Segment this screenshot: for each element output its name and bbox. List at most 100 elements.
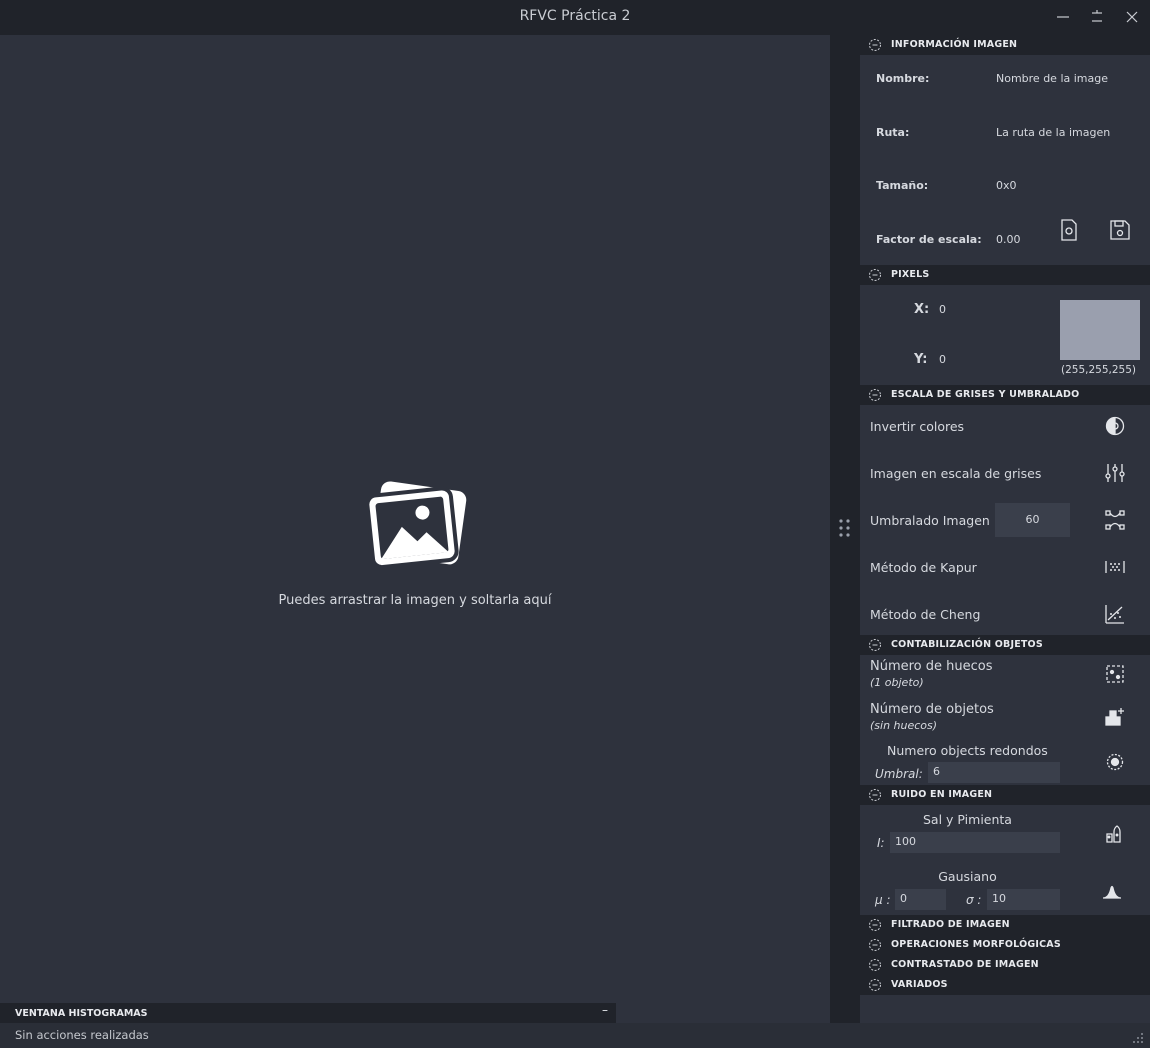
sliders-icon bbox=[1105, 464, 1125, 482]
reload-file-button[interactable] bbox=[1060, 219, 1078, 245]
puzzle-icon bbox=[1106, 665, 1124, 683]
y-label: Y: bbox=[914, 352, 928, 367]
scale-label: Factor de escala: bbox=[876, 233, 982, 246]
drag-handle-icon bbox=[839, 519, 850, 537]
section-counting-header[interactable]: CONTABILIZACIÓN OBJETOS bbox=[860, 635, 1150, 655]
threshold-button[interactable] bbox=[1105, 510, 1125, 534]
umbral-label: Umbral: bbox=[875, 767, 923, 781]
section-title: VARIADOS bbox=[891, 979, 948, 990]
collapse-icon bbox=[869, 269, 881, 281]
size-label: Tamaño: bbox=[876, 179, 929, 192]
invert-colors-button[interactable] bbox=[1105, 416, 1125, 440]
salt-pepper-input[interactable]: 100 bbox=[890, 832, 1060, 853]
section-pixels-header[interactable]: PIXELS bbox=[860, 265, 1150, 285]
maximize-button[interactable] bbox=[1085, 6, 1109, 28]
holes-sub: (1 objeto) bbox=[870, 676, 924, 689]
threshold-label: Umbralado Imagen bbox=[870, 513, 990, 528]
color-swatch bbox=[1060, 300, 1140, 360]
mu-label: μ : bbox=[875, 893, 891, 907]
section-morph-header[interactable]: OPERACIONES MORFOLÓGICAS bbox=[860, 935, 1150, 955]
section-noise-header[interactable]: RUIDO EN IMAGEN bbox=[860, 785, 1150, 805]
file-reload-icon bbox=[1061, 219, 1077, 241]
grayscale-label: Imagen en escala de grises bbox=[870, 466, 1042, 481]
save-icon bbox=[1110, 220, 1130, 240]
resize-grip-icon[interactable] bbox=[1132, 1032, 1144, 1044]
section-filter-header[interactable]: FILTRADO DE IMAGEN bbox=[860, 915, 1150, 935]
collapse-icon bbox=[869, 389, 881, 401]
sigma-label: σ : bbox=[966, 893, 982, 907]
section-title: OPERACIONES MORFOLÓGICAS bbox=[891, 939, 1061, 950]
expand-icon bbox=[869, 919, 881, 931]
grayscale-button[interactable] bbox=[1105, 463, 1125, 487]
drop-hint: Puedes arrastrar la imagen y soltarla aq… bbox=[278, 593, 552, 608]
salt-pepper-label: Sal y Pimienta bbox=[923, 812, 1012, 827]
bell-curve-icon bbox=[1102, 885, 1122, 899]
status-text: Sin acciones realizadas bbox=[15, 1028, 149, 1042]
section-title: CONTRASTADO DE IMAGEN bbox=[891, 959, 1039, 970]
scatter-chart-icon bbox=[1105, 605, 1124, 624]
rgb-value: (255,255,255) bbox=[1061, 364, 1136, 376]
threshold-input[interactable]: 60 bbox=[995, 503, 1070, 537]
salt-shaker-icon bbox=[1106, 825, 1121, 843]
collapse-icon bbox=[869, 39, 881, 51]
count-holes-button[interactable] bbox=[1105, 664, 1125, 688]
expand-icon bbox=[869, 939, 881, 951]
i-label: I: bbox=[877, 836, 885, 850]
x-value: 0 bbox=[939, 303, 946, 316]
histogram-title: VENTANA HISTOGRAMAS bbox=[15, 1008, 148, 1019]
section-title: PIXELS bbox=[891, 269, 930, 280]
salt-pepper-button[interactable] bbox=[1103, 822, 1123, 848]
noise-body: Sal y Pimienta I: 100 Gausiano μ : 0 σ :… bbox=[860, 805, 1150, 915]
expand-icon bbox=[869, 979, 881, 991]
tools-panel: INFORMACIÓN IMAGEN Nombre: Nombre de la … bbox=[860, 35, 1150, 1023]
histogram-minimize-button[interactable]: – bbox=[602, 1003, 608, 1017]
name-label: Nombre: bbox=[876, 72, 930, 85]
image-drop-area[interactable]: Puedes arrastrar la imagen y soltarla aq… bbox=[0, 35, 830, 1003]
counting-body: Número de huecos (1 objeto) Número de ob… bbox=[860, 655, 1150, 785]
dots-grid-icon bbox=[1105, 561, 1125, 573]
gauss-button[interactable] bbox=[1102, 884, 1122, 904]
round-threshold-input[interactable]: 6 bbox=[928, 762, 1060, 783]
info-body: Nombre: Nombre de la image Ruta: La ruta… bbox=[860, 55, 1150, 265]
mu-input[interactable]: 0 bbox=[895, 889, 946, 910]
panel-splitter[interactable] bbox=[830, 35, 860, 1023]
collapse-icon bbox=[869, 639, 881, 651]
invert-label: Invertir colores bbox=[870, 419, 965, 434]
round-objects-label: Numero objects redondos bbox=[887, 743, 1048, 758]
save-button[interactable] bbox=[1110, 219, 1130, 245]
x-label: X: bbox=[914, 302, 930, 317]
invert-icon bbox=[1105, 416, 1125, 436]
cheng-label: Método de Cheng bbox=[870, 607, 981, 622]
histogram-dock[interactable]: VENTANA HISTOGRAMAS – bbox=[0, 1003, 616, 1023]
section-title: RUIDO EN IMAGEN bbox=[891, 789, 993, 800]
images-icon bbox=[365, 481, 467, 570]
cheng-button[interactable] bbox=[1105, 604, 1125, 628]
scale-value: 0.00 bbox=[996, 233, 1021, 246]
section-info-header[interactable]: INFORMACIÓN IMAGEN bbox=[860, 35, 1150, 55]
status-bar: Sin acciones realizadas bbox=[0, 1023, 1150, 1048]
count-objects-button[interactable] bbox=[1105, 707, 1125, 731]
section-title: CONTABILIZACIÓN OBJETOS bbox=[891, 639, 1043, 650]
section-grayscale-header[interactable]: ESCALA DE GRISES Y UMBRALADO bbox=[860, 385, 1150, 405]
kapur-button[interactable] bbox=[1105, 558, 1125, 580]
minimize-icon bbox=[1057, 16, 1069, 18]
window-title: RFVC Práctica 2 bbox=[519, 8, 631, 24]
section-contrast-header[interactable]: CONTRASTADO DE IMAGEN bbox=[860, 955, 1150, 975]
path-value: La ruta de la imagen bbox=[996, 126, 1111, 139]
objects-sub: (sin huecos) bbox=[870, 719, 938, 732]
size-value: 0x0 bbox=[996, 179, 1017, 192]
count-round-button[interactable] bbox=[1106, 753, 1124, 775]
close-button[interactable] bbox=[1120, 6, 1144, 28]
pixels-body: X: 0 Y: 0 (255,255,255) bbox=[860, 285, 1150, 385]
add-shapes-icon bbox=[1105, 708, 1124, 726]
section-misc-header[interactable]: VARIADOS bbox=[860, 975, 1150, 995]
objects-label: Número de objetos bbox=[870, 702, 994, 717]
name-value: Nombre de la image bbox=[996, 72, 1109, 85]
expand-icon bbox=[869, 959, 881, 971]
minimize-button[interactable] bbox=[1051, 6, 1075, 28]
gauss-label: Gausiano bbox=[938, 869, 997, 884]
grayscale-body: Invertir colores Imagen en escala de gri… bbox=[860, 405, 1150, 635]
title-bar: RFVC Práctica 2 bbox=[0, 0, 1150, 35]
sigma-input[interactable]: 10 bbox=[987, 889, 1060, 910]
kapur-label: Método de Kapur bbox=[870, 560, 977, 575]
